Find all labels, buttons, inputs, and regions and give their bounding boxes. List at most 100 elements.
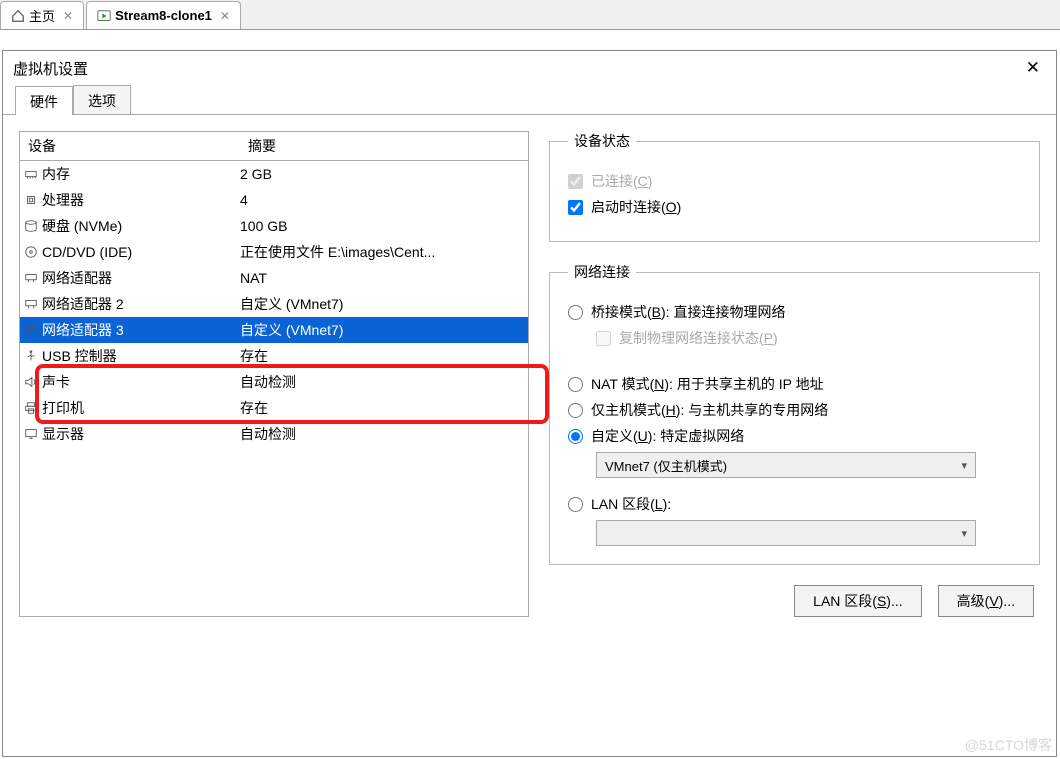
device-name: 处理器 <box>42 190 240 210</box>
device-row[interactable]: 内存2 GB <box>20 161 528 187</box>
app-tab-bar: 主页 ✕ Stream8-clone1 ✕ <box>0 0 1060 30</box>
advanced-button[interactable]: 高级(V)... <box>938 585 1034 617</box>
close-icon[interactable]: ✕ <box>220 9 230 23</box>
device-name: CD/DVD (IDE) <box>42 244 240 260</box>
device-row[interactable]: 声卡自动检测 <box>20 369 528 395</box>
replicate-state-checkbox <box>596 331 611 346</box>
device-summary: 自定义 (VMnet7) <box>240 320 528 340</box>
tab-options[interactable]: 选项 <box>73 85 131 114</box>
device-status-legend: 设备状态 <box>568 131 636 151</box>
col-device: 设备 <box>20 132 240 160</box>
device-row[interactable]: USB 控制器存在 <box>20 343 528 369</box>
device-summary: 自动检测 <box>240 424 528 444</box>
vm-settings-dialog: 虚拟机设置 ✕ 硬件 选项 设备 摘要 内存2 GB处理器4硬盘 (NVMe)1… <box>2 50 1057 757</box>
device-summary: 自定义 (VMnet7) <box>240 294 528 314</box>
device-summary: 存在 <box>240 398 528 418</box>
connect-at-poweron-checkbox[interactable] <box>568 200 583 215</box>
lan-segment-label: LAN 区段(L): <box>591 494 671 514</box>
replicate-state-label: 复制物理网络连接状态(P) <box>619 328 778 348</box>
lan-segment-radio-row[interactable]: LAN 区段(L): <box>568 494 1021 514</box>
network-connection-legend: 网络连接 <box>568 262 636 282</box>
device-status-group: 设备状态 已连接(C) 启动时连接(O) <box>549 131 1040 242</box>
device-summary: 2 GB <box>240 166 528 182</box>
device-name: 显示器 <box>42 424 240 444</box>
device-summary: 自动检测 <box>240 372 528 392</box>
chevron-down-icon: ▾ <box>961 459 967 472</box>
network-icon <box>20 323 42 337</box>
device-row[interactable]: 网络适配器 3自定义 (VMnet7) <box>20 317 528 343</box>
nat-radio[interactable] <box>568 377 583 392</box>
vm-play-icon <box>97 9 111 23</box>
memory-icon <box>20 167 42 181</box>
cd-icon <box>20 245 42 259</box>
nat-label: NAT 模式(N): 用于共享主机的 IP 地址 <box>591 374 824 394</box>
settings-right-panel: 设备状态 已连接(C) 启动时连接(O) 网络连接 桥接模式(B): 直接连接物… <box>549 131 1040 617</box>
bridged-radio-row[interactable]: 桥接模式(B): 直接连接物理网络 <box>568 302 1021 322</box>
network-connection-group: 网络连接 桥接模式(B): 直接连接物理网络 复制物理网络连接状态(P) NAT… <box>549 262 1040 565</box>
device-summary: 正在使用文件 E:\images\Cent... <box>240 242 528 262</box>
device-row[interactable]: 处理器4 <box>20 187 528 213</box>
hostonly-label: 仅主机模式(H): 与主机共享的专用网络 <box>591 400 828 420</box>
custom-radio-row[interactable]: 自定义(U): 特定虚拟网络 <box>568 426 1021 446</box>
lan-segments-button[interactable]: LAN 区段(S)... <box>794 585 921 617</box>
network-icon <box>20 297 42 311</box>
connected-checkbox <box>568 174 583 189</box>
tab-hardware[interactable]: 硬件 <box>15 86 73 115</box>
device-row[interactable]: 打印机存在 <box>20 395 528 421</box>
device-name: 硬盘 (NVMe) <box>42 216 240 236</box>
sound-icon <box>20 375 42 389</box>
close-icon[interactable]: ✕ <box>63 9 73 23</box>
device-name: 声卡 <box>42 372 240 392</box>
device-name: 网络适配器 3 <box>42 320 240 340</box>
device-list-panel: 设备 摘要 内存2 GB处理器4硬盘 (NVMe)100 GBCD/DVD (I… <box>19 131 529 617</box>
device-name: 内存 <box>42 164 240 184</box>
lan-segment-select: ▾ <box>596 520 976 546</box>
home-icon <box>11 9 25 23</box>
bridged-radio[interactable] <box>568 305 583 320</box>
device-row[interactable]: CD/DVD (IDE)正在使用文件 E:\images\Cent... <box>20 239 528 265</box>
device-list-header: 设备 摘要 <box>20 132 528 161</box>
hostonly-radio[interactable] <box>568 403 583 418</box>
device-row[interactable]: 网络适配器 2自定义 (VMnet7) <box>20 291 528 317</box>
custom-vmnet-value: VMnet7 (仅主机模式) <box>605 456 727 475</box>
printer-icon <box>20 401 42 415</box>
device-row[interactable]: 显示器自动检测 <box>20 421 528 447</box>
nat-radio-row[interactable]: NAT 模式(N): 用于共享主机的 IP 地址 <box>568 374 1021 394</box>
custom-radio[interactable] <box>568 429 583 444</box>
chevron-down-icon: ▾ <box>961 527 967 540</box>
network-button-row: LAN 区段(S)... 高级(V)... <box>549 585 1040 617</box>
tab-home-label: 主页 <box>29 6 55 25</box>
device-name: 网络适配器 <box>42 268 240 288</box>
device-summary: 4 <box>240 192 528 208</box>
device-row[interactable]: 网络适配器NAT <box>20 265 528 291</box>
connected-label: 已连接(C) <box>591 171 652 191</box>
tab-vm-label: Stream8-clone1 <box>115 8 212 23</box>
device-name: 打印机 <box>42 398 240 418</box>
device-summary: 100 GB <box>240 218 528 234</box>
col-summary: 摘要 <box>240 132 528 160</box>
connected-checkbox-row: 已连接(C) <box>568 171 1021 191</box>
dialog-body: 设备 摘要 内存2 GB处理器4硬盘 (NVMe)100 GBCD/DVD (I… <box>3 115 1056 633</box>
disk-icon <box>20 219 42 233</box>
dialog-titlebar: 虚拟机设置 ✕ <box>3 51 1056 85</box>
network-icon <box>20 271 42 285</box>
settings-tabs: 硬件 选项 <box>3 85 1056 115</box>
dialog-close-button[interactable]: ✕ <box>1020 58 1046 78</box>
connect-at-poweron-row[interactable]: 启动时连接(O) <box>568 197 1021 217</box>
device-name: 网络适配器 2 <box>42 294 240 314</box>
device-summary: 存在 <box>240 346 528 366</box>
usb-icon <box>20 349 42 363</box>
device-rows: 内存2 GB处理器4硬盘 (NVMe)100 GBCD/DVD (IDE)正在使… <box>20 161 528 447</box>
display-icon <box>20 427 42 441</box>
device-row[interactable]: 硬盘 (NVMe)100 GB <box>20 213 528 239</box>
connect-at-poweron-label: 启动时连接(O) <box>591 197 681 217</box>
dialog-title: 虚拟机设置 <box>13 58 88 79</box>
replicate-state-row: 复制物理网络连接状态(P) <box>596 328 1021 348</box>
device-name: USB 控制器 <box>42 346 240 366</box>
bridged-label: 桥接模式(B): 直接连接物理网络 <box>591 302 785 322</box>
lan-segment-radio[interactable] <box>568 497 583 512</box>
tab-home[interactable]: 主页 ✕ <box>0 1 84 29</box>
hostonly-radio-row[interactable]: 仅主机模式(H): 与主机共享的专用网络 <box>568 400 1021 420</box>
custom-vmnet-select[interactable]: VMnet7 (仅主机模式) ▾ <box>596 452 976 478</box>
tab-vm[interactable]: Stream8-clone1 ✕ <box>86 1 241 29</box>
